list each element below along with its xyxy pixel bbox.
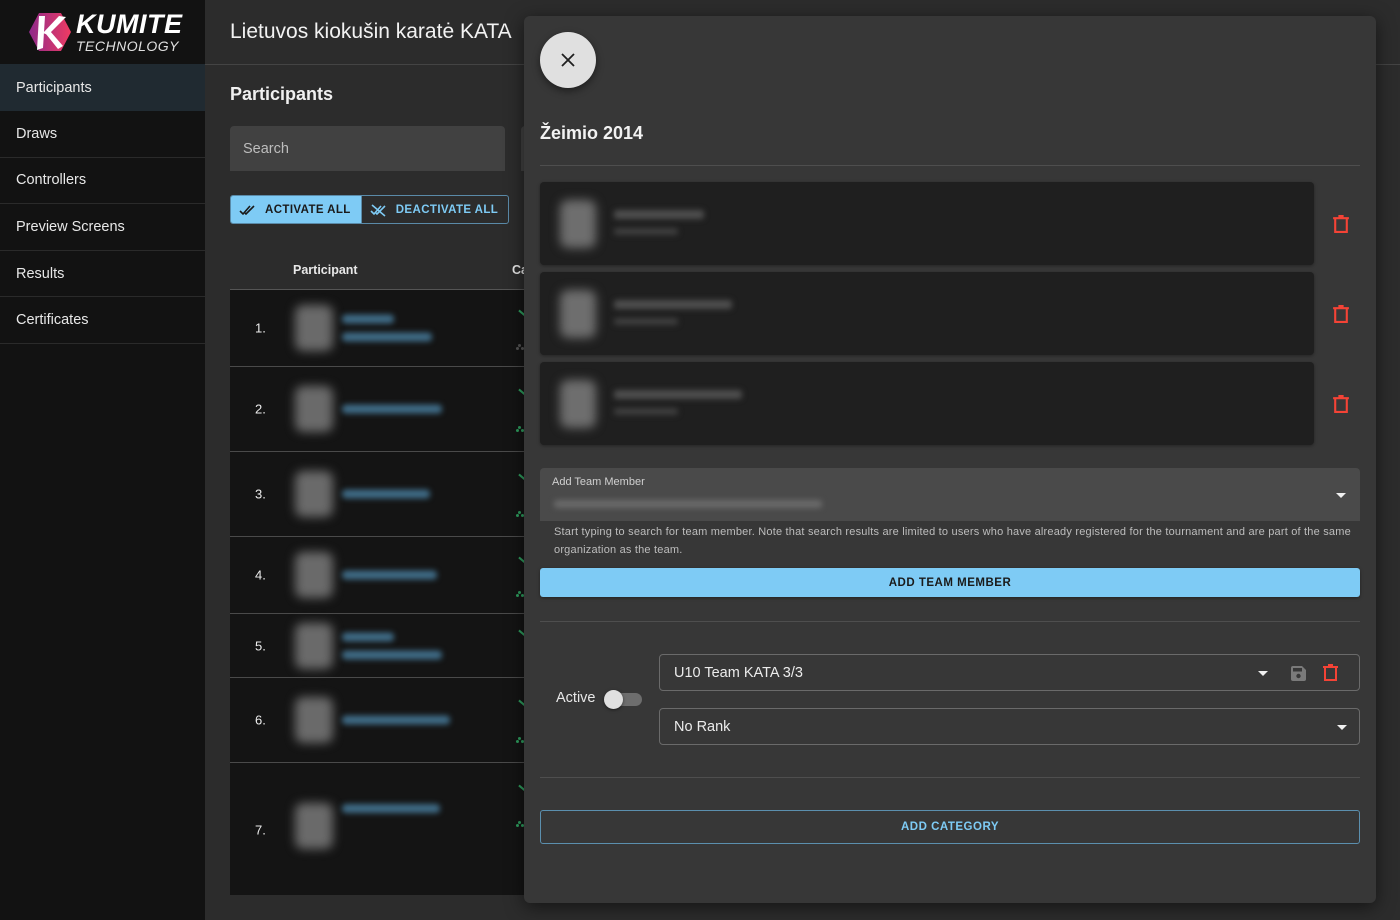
team-name: Žeimio 2014 <box>540 123 644 143</box>
group-icon <box>516 344 524 350</box>
participant-name-link[interactable] <box>342 715 450 725</box>
avatar <box>295 622 333 669</box>
deactivate-all-button[interactable]: DEACTIVATE ALL <box>360 196 508 223</box>
save-icon[interactable] <box>1290 664 1307 683</box>
row-index: 4. <box>255 567 266 583</box>
close-icon <box>561 53 575 67</box>
participant-name-link[interactable] <box>342 489 430 499</box>
row-index: 2. <box>255 401 266 417</box>
member-name <box>614 300 732 309</box>
participant-name-link[interactable] <box>342 804 440 813</box>
divider <box>540 165 1360 166</box>
divider <box>540 621 1360 622</box>
member-name <box>614 210 704 219</box>
sidebar-item-draws[interactable]: Draws <box>0 111 205 158</box>
deactivate-all-label: DEACTIVATE ALL <box>395 203 499 216</box>
logo-brand: KUMITE <box>76 9 183 39</box>
group-icon <box>516 737 524 743</box>
sidebar: KUMITE TECHNOLOGY Participants Draws Con… <box>0 0 205 920</box>
done-all-icon <box>239 204 255 215</box>
remove-done-icon <box>370 203 386 217</box>
close-button[interactable] <box>540 32 596 88</box>
delete-member-icon[interactable] <box>1332 304 1350 324</box>
add-team-member-value <box>554 500 822 508</box>
toggle-thumb <box>604 690 623 709</box>
avatar <box>295 305 333 351</box>
row-index: 5. <box>255 638 266 653</box>
group-icon <box>516 511 524 517</box>
table-header: Participant Ca <box>230 250 530 290</box>
rank-value: No Rank <box>674 718 731 735</box>
rank-select[interactable]: No Rank <box>659 708 1360 745</box>
sidebar-item-results[interactable]: Results <box>0 251 205 298</box>
member-detail <box>614 228 678 235</box>
participant-name-link[interactable] <box>342 570 437 580</box>
sidebar-item-controllers[interactable]: Controllers <box>0 158 205 205</box>
member-name <box>614 390 742 399</box>
member-detail <box>614 408 678 415</box>
add-category-button[interactable]: ADD CATEGORY <box>540 810 1360 844</box>
member-detail <box>614 318 678 325</box>
avatar <box>295 697 333 743</box>
avatar <box>560 200 596 248</box>
active-toggle[interactable] <box>604 689 642 709</box>
table-row[interactable]: 1. <box>230 290 530 367</box>
group-icon <box>516 426 524 432</box>
table-row[interactable]: 5. <box>230 614 530 678</box>
dropdown-arrow-icon <box>1336 493 1346 498</box>
row-index: 1. <box>255 320 266 336</box>
participant-name-link[interactable] <box>342 404 442 414</box>
row-index: 3. <box>255 486 266 502</box>
row-index: 6. <box>255 712 266 728</box>
dropdown-arrow-icon <box>1258 671 1268 676</box>
category-value: U10 Team KATA 3/3 <box>674 664 803 681</box>
group-icon <box>516 821 524 827</box>
participants-table: Participant Ca 1. 2. 3. 4. 5. 6. 7. <box>230 250 530 895</box>
activate-all-button[interactable]: ACTIVATE ALL <box>231 196 361 223</box>
page-title: Participants <box>230 84 334 104</box>
table-row[interactable]: 7. <box>230 763 530 895</box>
avatar <box>295 803 333 849</box>
tournament-title: Lietuvos kiokušin karatė KATA <box>230 20 512 43</box>
add-team-member-label: Add Team Member <box>552 476 645 488</box>
delete-member-icon[interactable] <box>1332 214 1350 234</box>
column-header-participant[interactable]: Participant <box>293 263 358 277</box>
table-row[interactable]: 3. <box>230 452 530 537</box>
participant-name-link[interactable] <box>342 632 442 659</box>
avatar <box>295 471 333 517</box>
add-team-member-select[interactable]: Add Team Member <box>540 468 1360 521</box>
add-team-member-helper-text: Start typing to search for team member. … <box>554 526 1351 556</box>
avatar <box>560 290 596 338</box>
row-index: 7. <box>255 822 266 838</box>
activate-all-label: ACTIVATE ALL <box>265 203 351 216</box>
sidebar-nav: Participants Draws Controllers Preview S… <box>0 64 205 344</box>
avatar <box>560 380 596 428</box>
activation-button-group: ACTIVATE ALL DEACTIVATE ALL <box>230 195 510 224</box>
delete-category-icon[interactable] <box>1322 663 1339 682</box>
dropdown-arrow-icon <box>1337 725 1347 730</box>
delete-member-icon[interactable] <box>1332 394 1350 414</box>
team-member-card <box>540 272 1314 355</box>
search-input[interactable] <box>230 126 505 171</box>
participant-name-link[interactable] <box>342 314 432 342</box>
category-select[interactable]: U10 Team KATA 3/3 <box>659 654 1360 691</box>
sidebar-item-preview-screens[interactable]: Preview Screens <box>0 204 205 251</box>
sidebar-item-certificates[interactable]: Certificates <box>0 297 205 344</box>
table-row[interactable]: 4. <box>230 537 530 614</box>
avatar <box>295 552 333 598</box>
add-team-member-button[interactable]: ADD TEAM MEMBER <box>540 568 1360 597</box>
team-member-card <box>540 362 1314 445</box>
kumite-logo-icon <box>28 12 72 52</box>
logo-subtitle: TECHNOLOGY <box>76 38 180 54</box>
table-row[interactable]: 2. <box>230 367 530 452</box>
team-member-card <box>540 182 1314 265</box>
avatar <box>295 386 333 432</box>
table-row[interactable]: 6. <box>230 678 530 763</box>
group-icon <box>516 591 524 597</box>
logo[interactable]: KUMITE TECHNOLOGY <box>0 0 205 64</box>
divider <box>540 777 1360 778</box>
sidebar-item-participants[interactable]: Participants <box>0 64 205 111</box>
active-label: Active <box>556 690 596 706</box>
team-edit-panel: Žeimio 2014 Add Team Member Start typing… <box>524 16 1376 903</box>
